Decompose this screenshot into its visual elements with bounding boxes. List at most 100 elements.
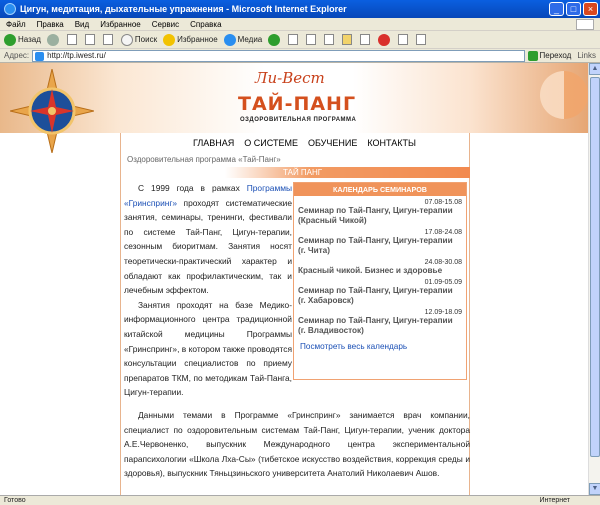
home-button[interactable]: [102, 34, 115, 45]
calendar-item-title[interactable]: Семинар по Тай-Пангу, Цигун-терапии (г. …: [298, 316, 462, 336]
ie-icon: [4, 3, 16, 15]
research-icon: [378, 33, 391, 46]
media-button[interactable]: Медиа: [223, 33, 263, 46]
edit-button[interactable]: [324, 34, 336, 45]
go-button[interactable]: Переход: [527, 50, 572, 61]
seminar-calendar: КАЛЕНДАРЬ СЕМИНАРОВ 07.08-15.08 Семинар …: [293, 182, 467, 380]
scroll-thumb[interactable]: [590, 77, 600, 457]
nav-home[interactable]: ГЛАВНАЯ: [193, 138, 234, 148]
scroll-up-icon[interactable]: ▲: [589, 63, 600, 75]
go-label: Переход: [539, 51, 572, 60]
nav-about[interactable]: О СИСТЕМЕ: [244, 138, 298, 148]
messenger-button[interactable]: [360, 34, 372, 45]
window-titlebar: Цигун, медитация, дыхательные упражнения…: [0, 0, 600, 18]
address-label: Адрес:: [4, 51, 30, 60]
status-bar: Готово Интернет: [0, 495, 600, 505]
back-arrow-icon: [4, 33, 16, 46]
p1-rest: проходят систематические занятия, семина…: [124, 197, 292, 296]
mail-button[interactable]: [288, 34, 300, 45]
print-button[interactable]: [306, 34, 318, 45]
menu-help[interactable]: Справка: [190, 20, 221, 29]
edit-icon: [324, 34, 335, 45]
calendar-title: КАЛЕНДАРЬ СЕМИНАРОВ: [294, 183, 466, 196]
calendar-item-date: 17.08-24.08: [424, 229, 462, 236]
intro-paragraph-1: С 1999 года в рамках Программы «Гринспри…: [124, 181, 292, 298]
script-logo: Ли-Вест: [255, 69, 325, 87]
view-calendar-link[interactable]: Посмотреть весь календарь: [300, 342, 466, 351]
section-title-bar: ТАЙ ПАНГ: [225, 167, 470, 178]
windows-logo-icon: [576, 18, 594, 30]
mail-icon: [288, 34, 299, 45]
minimize-button[interactable]: _: [549, 2, 564, 16]
brand-logo[interactable]: ТАЙ-ПАНГ: [238, 93, 356, 115]
page-viewport: Ли-Вест ТАЙ-ПАНГ ОЗДОРОВИТЕЛЬНАЯ ПРОГРАМ…: [0, 63, 588, 495]
forward-arrow-icon: [46, 33, 59, 46]
history-icon: [268, 33, 281, 46]
folder-button[interactable]: [342, 34, 354, 45]
stop-icon: [66, 34, 77, 45]
messenger-icon: [360, 34, 371, 45]
calendar-item[interactable]: 24.08-30.08 Красный чикой. Бизнес и здор…: [294, 259, 466, 276]
star-icon: [163, 33, 176, 46]
menu-bar: Файл Правка Вид Избранное Сервис Справка: [0, 18, 600, 31]
nav-contacts[interactable]: КОНТАКТЫ: [367, 138, 416, 148]
back-button[interactable]: Назад: [4, 33, 41, 46]
go-arrow-icon: [527, 50, 538, 61]
maximize-button[interactable]: □: [566, 2, 581, 16]
menu-view[interactable]: Вид: [75, 20, 89, 29]
bookmark-icon: [416, 34, 427, 45]
links-button[interactable]: Links: [577, 51, 596, 60]
calendar-item[interactable]: 12.09-18.09 Семинар по Тай-Пангу, Цигун-…: [294, 309, 466, 336]
refresh-button[interactable]: [84, 34, 97, 45]
calendar-item[interactable]: 01.09-05.09 Семинар по Тай-Пангу, Цигун-…: [294, 279, 466, 306]
calendar-item-date: 12.09-18.09: [424, 309, 462, 316]
emblem-compass-icon: [10, 69, 94, 153]
doctor-text: Данными темами в Программе «Гринспринг» …: [124, 408, 470, 481]
menu-tools[interactable]: Сервис: [152, 20, 179, 29]
search-label: Поиск: [134, 35, 158, 44]
window-title: Цигун, медитация, дыхательные упражнения…: [20, 4, 347, 14]
calendar-item-title[interactable]: Семинар по Тай-Пангу, Цигун-терапии (г. …: [298, 286, 462, 306]
p1-start: С 1999 года в рамках: [138, 183, 247, 193]
forward-button[interactable]: [46, 33, 61, 46]
discuss-icon: [398, 34, 409, 45]
home-icon: [102, 34, 113, 45]
menu-edit[interactable]: Правка: [37, 20, 64, 29]
address-input[interactable]: http://tp.iwest.ru/: [32, 49, 525, 62]
breadcrumb: Оздоровительная программа «Тай-Панг»: [127, 155, 281, 164]
vertical-scrollbar[interactable]: ▲ ▼: [588, 63, 600, 495]
status-text: Готово: [4, 497, 26, 504]
print-icon: [306, 34, 317, 45]
calendar-item-title[interactable]: Семинар по Тай-Пангу, Цигун-терапии (Кра…: [298, 206, 462, 226]
calendar-item-date: 01.09-05.09: [424, 279, 462, 286]
media-icon: [223, 33, 236, 46]
main-nav: ГЛАВНАЯ О СИСТЕМЕ ОБУЧЕНИЕ КОНТАКТЫ: [193, 138, 426, 148]
search-icon: [120, 33, 133, 46]
calendar-item-date: 07.08-15.08: [424, 199, 462, 206]
folder-icon: [342, 34, 353, 45]
media-label: Медиа: [237, 35, 263, 44]
nav-training[interactable]: ОБУЧЕНИЕ: [308, 138, 357, 148]
yin-yang-icon: [540, 71, 588, 119]
menu-file[interactable]: Файл: [6, 20, 26, 29]
favorites-label: Избранное: [177, 35, 218, 44]
calendar-item[interactable]: 17.08-24.08 Семинар по Тай-Пангу, Цигун-…: [294, 229, 466, 256]
intro-text: С 1999 года в рамках Программы «Гринспри…: [124, 181, 292, 400]
menu-favorites[interactable]: Избранное: [100, 20, 141, 29]
research-button[interactable]: [378, 33, 392, 46]
search-button[interactable]: Поиск: [120, 33, 158, 46]
calendar-item[interactable]: 07.08-15.08 Семинар по Тай-Пангу, Цигун-…: [294, 199, 466, 226]
bookmark-button[interactable]: [416, 34, 428, 45]
calendar-item-title[interactable]: Семинар по Тай-Пангу, Цигун-терапии (г. …: [298, 236, 462, 256]
history-button[interactable]: [268, 33, 282, 46]
address-bar: Адрес: http://tp.iwest.ru/ Переход Links: [0, 49, 600, 63]
doctor-paragraph: Данными темами в Программе «Гринспринг» …: [124, 410, 470, 479]
close-button[interactable]: ×: [583, 2, 598, 16]
discuss-button[interactable]: [398, 34, 410, 45]
security-zone: Интернет: [539, 497, 570, 504]
scroll-down-icon[interactable]: ▼: [589, 483, 600, 495]
stop-button[interactable]: [66, 34, 79, 45]
calendar-item-title[interactable]: Красный чикой. Бизнес и здоровье: [298, 266, 462, 276]
toolbar: Назад Поиск Избранное Медиа: [0, 31, 600, 49]
favorites-button[interactable]: Избранное: [163, 33, 218, 46]
